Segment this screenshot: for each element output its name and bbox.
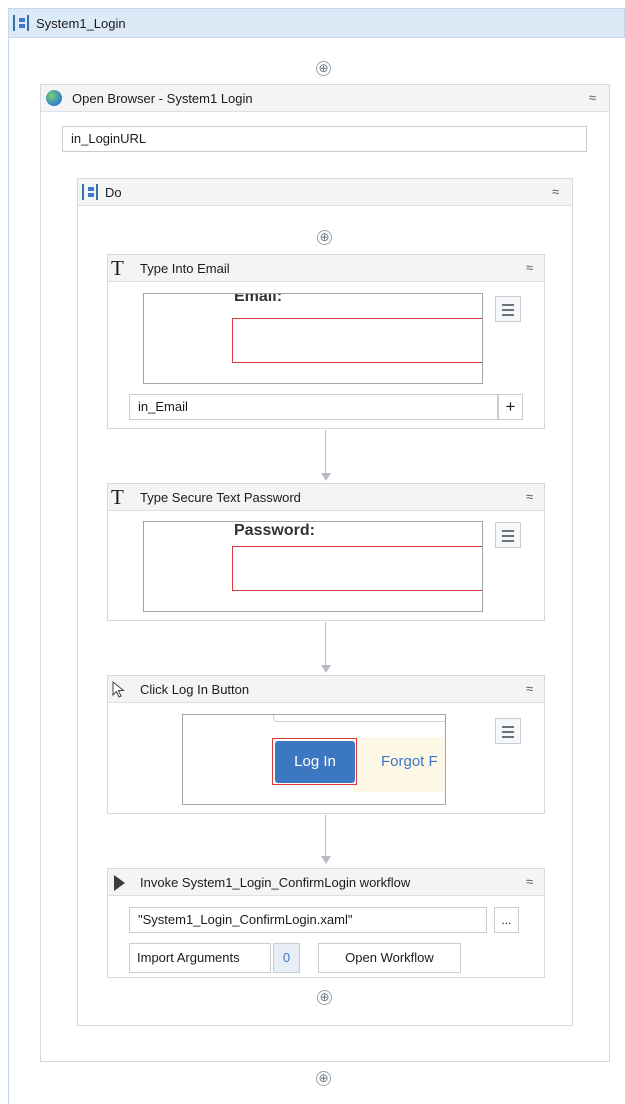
argument-count-badge: 0 <box>273 943 300 973</box>
open-workflow-button[interactable]: Open Workflow <box>318 943 461 973</box>
options-menu-icon[interactable] <box>495 296 521 322</box>
globe-icon <box>46 90 62 106</box>
invoke-workflow-header[interactable]: Invoke System1_Login_ConfirmLogin workfl… <box>108 869 544 896</box>
import-arguments-label: Import Arguments <box>137 950 240 965</box>
collapse-icon[interactable]: ≈ <box>552 184 559 199</box>
add-activity-icon[interactable]: ⊕ <box>317 230 332 245</box>
options-menu-icon[interactable] <box>495 522 521 548</box>
collapse-icon[interactable]: ≈ <box>526 260 533 275</box>
do-sequence-header[interactable]: Do ≈ <box>78 179 572 206</box>
workflow-file-input[interactable]: "System1_Login_ConfirmLogin.xaml" <box>129 907 487 933</box>
connector-arrow-icon <box>321 856 331 864</box>
type-secure-icon: T <box>111 485 124 509</box>
connector-arrow-icon <box>321 665 331 673</box>
type-password-title: Type Secure Text Password <box>140 490 301 505</box>
open-browser-header[interactable]: Open Browser - System1 Login ≈ <box>41 85 609 112</box>
email-selector-highlight <box>232 318 482 363</box>
sequence-icon <box>13 15 29 31</box>
options-menu-icon[interactable] <box>495 718 521 744</box>
url-input[interactable]: in_LoginURL <box>62 126 587 152</box>
root-sequence-title: System1_Login <box>36 16 126 31</box>
cursor-icon <box>112 681 125 698</box>
add-activity-icon[interactable]: ⊕ <box>317 990 332 1005</box>
password-target-screenshot[interactable]: Password: <box>143 521 483 612</box>
preview-field-edge <box>273 715 445 722</box>
collapse-icon[interactable]: ≈ <box>526 874 533 889</box>
play-icon <box>114 875 125 891</box>
sequence-icon <box>82 184 98 200</box>
connector-line <box>325 622 326 666</box>
connector-line <box>325 430 326 474</box>
login-target-screenshot[interactable]: Log In Forgot F <box>182 714 446 805</box>
add-activity-icon[interactable]: ⊕ <box>316 1071 331 1086</box>
add-text-button[interactable]: + <box>498 394 523 420</box>
forgot-link-preview: Forgot F <box>381 753 438 770</box>
open-browser-title: Open Browser - System1 Login <box>72 91 253 106</box>
connector-arrow-icon <box>321 473 331 481</box>
click-login-header[interactable]: Click Log In Button ≈ <box>108 676 544 703</box>
click-login-title: Click Log In Button <box>140 682 250 697</box>
type-into-email-title: Type Into Email <box>140 261 230 276</box>
connector-line <box>325 815 326 857</box>
password-label-preview: Password: <box>234 522 315 539</box>
add-activity-icon[interactable]: ⊕ <box>316 61 331 76</box>
type-into-email-header[interactable]: T Type Into Email ≈ <box>108 255 544 282</box>
email-text-input[interactable]: in_Email <box>129 394 498 420</box>
email-target-screenshot[interactable]: Email: <box>143 293 483 384</box>
root-sequence-header[interactable]: System1_Login <box>8 8 625 38</box>
do-sequence-title: Do <box>105 185 122 200</box>
email-label-preview: Email: <box>234 293 283 305</box>
type-password-header[interactable]: T Type Secure Text Password ≈ <box>108 484 544 511</box>
login-button-preview: Log In <box>275 741 355 783</box>
browse-button[interactable]: ... <box>494 907 519 933</box>
collapse-icon[interactable]: ≈ <box>589 90 596 105</box>
collapse-icon[interactable]: ≈ <box>526 681 533 696</box>
import-arguments-button[interactable]: Import Arguments <box>129 943 271 973</box>
password-selector-highlight <box>232 546 482 591</box>
invoke-workflow-title: Invoke System1_Login_ConfirmLogin workfl… <box>140 875 411 890</box>
type-into-icon: T <box>111 256 124 280</box>
collapse-icon[interactable]: ≈ <box>526 489 533 504</box>
